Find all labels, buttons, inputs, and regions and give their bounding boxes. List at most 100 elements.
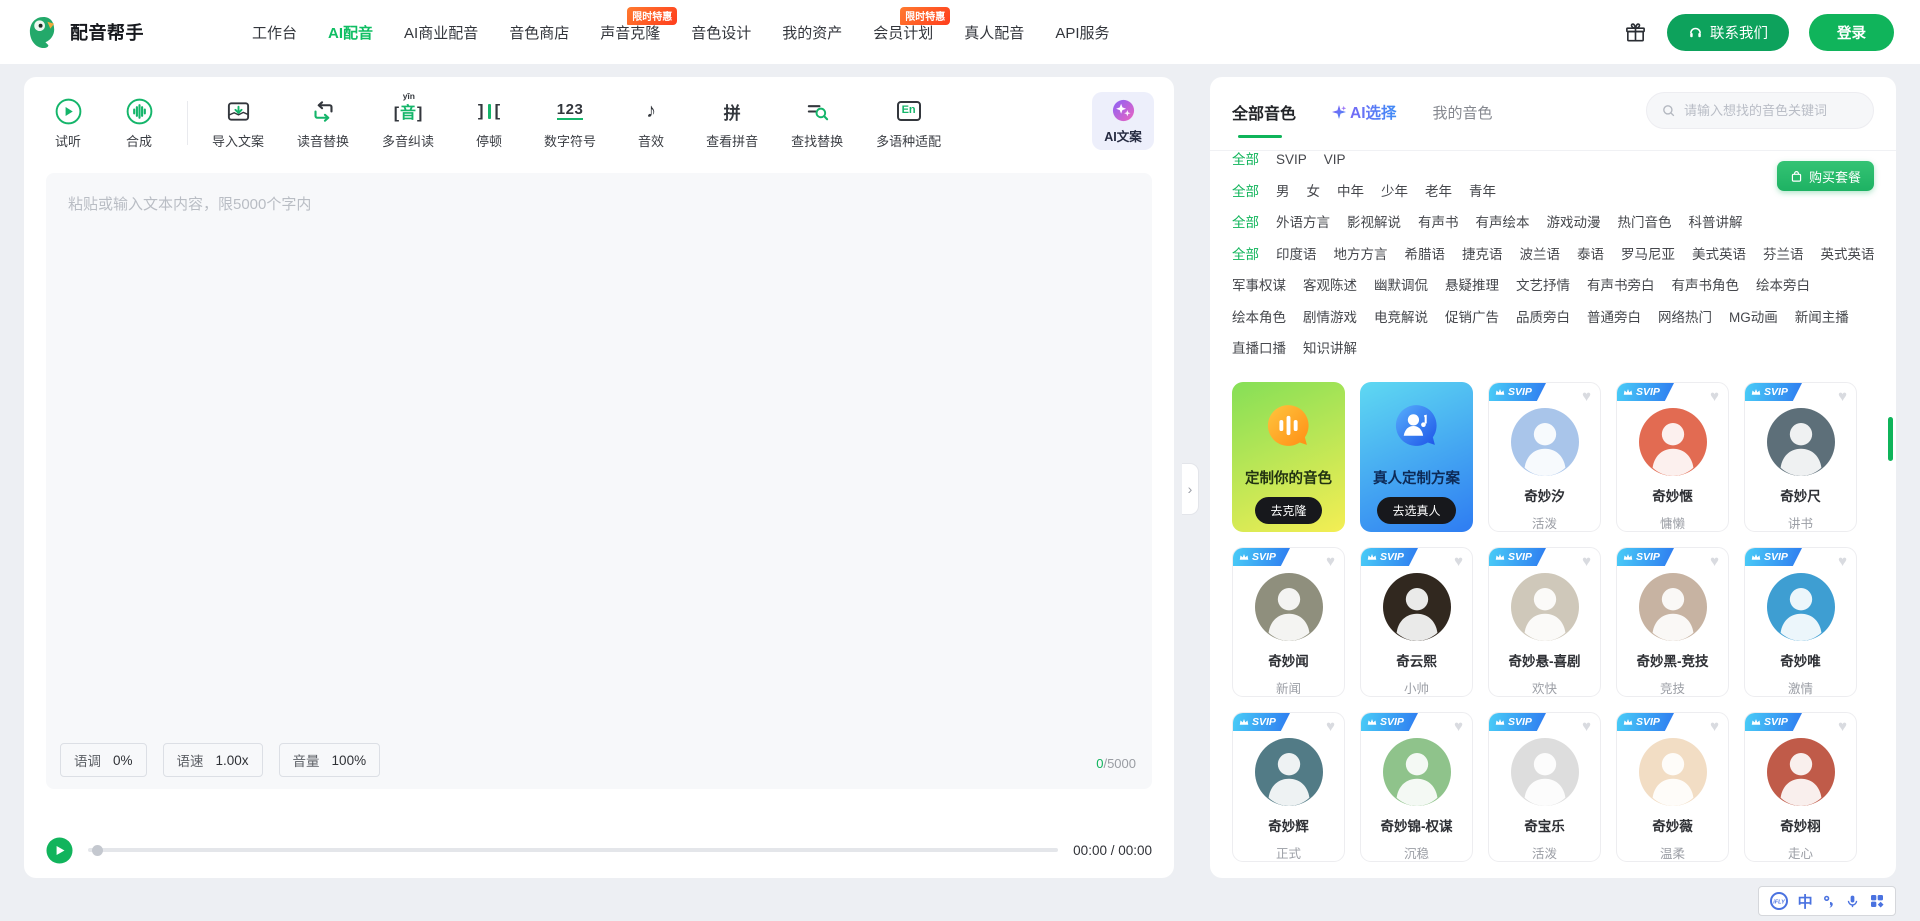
voice-card[interactable]: SVIP♥奇妙黑-竞技竞技 bbox=[1616, 547, 1729, 697]
filter-item[interactable]: 有声书旁白 bbox=[1587, 276, 1655, 296]
slider-knob[interactable] bbox=[92, 845, 103, 856]
filter-item[interactable]: 全部 bbox=[1232, 182, 1259, 202]
favorite-heart-icon[interactable]: ♥ bbox=[1838, 718, 1847, 735]
play-button[interactable] bbox=[46, 837, 73, 864]
tool-polyphone-correct[interactable]: [音]yīn多音纠读 bbox=[382, 96, 434, 150]
promo-card-1[interactable]: 定制你的音色去克隆 bbox=[1232, 382, 1345, 532]
filter-item[interactable]: 中年 bbox=[1337, 182, 1364, 202]
tool-multilingual[interactable]: En多语种适配 bbox=[876, 96, 941, 150]
favorite-heart-icon[interactable]: ♥ bbox=[1582, 388, 1591, 405]
microphone-icon[interactable] bbox=[1845, 894, 1860, 909]
voice-search[interactable] bbox=[1646, 92, 1874, 129]
nav-item[interactable]: 音色商店 bbox=[509, 22, 569, 43]
filter-item[interactable]: 波兰语 bbox=[1520, 245, 1561, 265]
filter-item[interactable]: 捷克语 bbox=[1462, 245, 1503, 265]
filter-item[interactable]: 印度语 bbox=[1276, 245, 1317, 265]
filter-item[interactable]: VIP bbox=[1324, 150, 1346, 170]
favorite-heart-icon[interactable]: ♥ bbox=[1454, 553, 1463, 570]
collapse-panel-handle[interactable]: › bbox=[1182, 463, 1199, 515]
filter-item[interactable]: 游戏动漫 bbox=[1547, 213, 1601, 233]
promo-card-2[interactable]: 真人定制方案去选真人 bbox=[1360, 382, 1473, 532]
filter-item[interactable]: 热门音色 bbox=[1618, 213, 1672, 233]
login-button[interactable]: 登录 bbox=[1809, 14, 1894, 51]
tool-sound-effect[interactable]: ♪音效 bbox=[629, 96, 673, 150]
voice-card[interactable]: SVIP♥奇妙汐活泼 bbox=[1488, 382, 1601, 532]
contact-us-button[interactable]: 联系我们 bbox=[1667, 14, 1789, 51]
favorite-heart-icon[interactable]: ♥ bbox=[1326, 718, 1335, 735]
tool-find-replace[interactable]: 查找替换 bbox=[791, 96, 843, 150]
filter-item[interactable]: 有声书角色 bbox=[1672, 276, 1740, 296]
punctuation-icon[interactable] bbox=[1821, 893, 1837, 909]
filter-item[interactable]: 英式英语 bbox=[1821, 245, 1875, 265]
filter-item[interactable]: 全部 bbox=[1232, 245, 1259, 265]
pitch-control[interactable]: 语调0% bbox=[60, 743, 147, 777]
filter-item[interactable]: 男 bbox=[1276, 182, 1290, 202]
filter-item[interactable]: 有声书 bbox=[1418, 213, 1459, 233]
favorite-heart-icon[interactable]: ♥ bbox=[1582, 718, 1591, 735]
favorite-heart-icon[interactable]: ♥ bbox=[1838, 553, 1847, 570]
filter-item[interactable]: 罗马尼亚 bbox=[1621, 245, 1675, 265]
filter-item[interactable]: 希腊语 bbox=[1405, 245, 1446, 265]
tool-audition[interactable]: 试听 bbox=[46, 96, 90, 150]
voice-card[interactable]: SVIP♥奇妙悬-喜剧欢快 bbox=[1488, 547, 1601, 697]
voice-card[interactable]: SVIP♥奇妙唯激情 bbox=[1744, 547, 1857, 697]
filter-item[interactable]: 幽默调侃 bbox=[1374, 276, 1428, 296]
favorite-heart-icon[interactable]: ♥ bbox=[1326, 553, 1335, 570]
gift-icon[interactable] bbox=[1624, 21, 1647, 44]
promo-action-button[interactable]: 去选真人 bbox=[1377, 497, 1455, 524]
favorite-heart-icon[interactable]: ♥ bbox=[1838, 388, 1847, 405]
filter-item[interactable]: 悬疑推理 bbox=[1445, 276, 1499, 296]
filter-item[interactable]: 美式英语 bbox=[1692, 245, 1746, 265]
filter-item[interactable]: 新闻主播 bbox=[1795, 308, 1849, 328]
voice-card[interactable]: SVIP♥奇妙薇温柔 bbox=[1616, 712, 1729, 862]
filter-item[interactable]: 青年 bbox=[1469, 182, 1496, 202]
favorite-heart-icon[interactable]: ♥ bbox=[1582, 553, 1591, 570]
filter-item[interactable]: 绘本角色 bbox=[1232, 308, 1286, 328]
filter-item[interactable]: 有声绘本 bbox=[1476, 213, 1530, 233]
voice-card[interactable]: SVIP♥奇宝乐活泼 bbox=[1488, 712, 1601, 862]
filter-item[interactable]: 普通旁白 bbox=[1587, 308, 1641, 328]
voice-card[interactable]: SVIP♥奇妙锦-权谋沉稳 bbox=[1360, 712, 1473, 862]
filter-item[interactable]: 品质旁白 bbox=[1516, 308, 1570, 328]
filter-item[interactable]: 网络热门 bbox=[1658, 308, 1712, 328]
nav-item[interactable]: AI商业配音 bbox=[404, 22, 478, 43]
tool-number-symbol[interactable]: 123数字符号 bbox=[544, 96, 596, 150]
ifly-logo[interactable]: iFLY bbox=[1769, 891, 1789, 911]
filter-item[interactable]: 直播口播 bbox=[1232, 339, 1286, 359]
chinese-mode-icon[interactable]: 中 bbox=[1798, 891, 1813, 912]
filter-item[interactable]: 少年 bbox=[1381, 182, 1408, 202]
tab-ai-select[interactable]: AI选择 bbox=[1332, 101, 1397, 123]
nav-item[interactable]: 我的资产 bbox=[782, 22, 842, 43]
filter-item[interactable]: 电竞解说 bbox=[1374, 308, 1428, 328]
filter-item[interactable]: 科普讲解 bbox=[1689, 213, 1743, 233]
filter-item[interactable]: 芬兰语 bbox=[1763, 245, 1804, 265]
buy-package-button[interactable]: 购买套餐 bbox=[1777, 161, 1874, 191]
voice-search-input[interactable] bbox=[1684, 103, 1854, 118]
tool-view-pinyin[interactable]: 拼查看拼音 bbox=[706, 96, 758, 150]
filter-item[interactable]: 军事权谋 bbox=[1232, 276, 1286, 296]
nav-item[interactable]: 会员计划限时特惠 bbox=[873, 22, 933, 43]
tool-synthesize[interactable]: 合成 bbox=[117, 96, 161, 150]
filter-item[interactable]: 客观陈述 bbox=[1303, 276, 1357, 296]
filter-item[interactable]: SVIP bbox=[1276, 150, 1307, 170]
volume-control[interactable]: 音量100% bbox=[279, 743, 381, 777]
tool-pronunciation-replace[interactable]: 读音替换 bbox=[297, 96, 349, 150]
filter-item[interactable]: 知识讲解 bbox=[1303, 339, 1357, 359]
filter-item[interactable]: 女 bbox=[1307, 182, 1321, 202]
filter-item[interactable]: 全部 bbox=[1232, 150, 1259, 170]
nav-item[interactable]: 声音克隆限时特惠 bbox=[600, 22, 660, 43]
voice-card[interactable]: SVIP♥奇妙栩走心 bbox=[1744, 712, 1857, 862]
tab-my-voices[interactable]: 我的音色 bbox=[1433, 102, 1493, 123]
filter-item[interactable]: 绘本旁白 bbox=[1756, 276, 1810, 296]
filter-item[interactable]: MG动画 bbox=[1729, 308, 1778, 328]
favorite-heart-icon[interactable]: ♥ bbox=[1710, 553, 1719, 570]
voice-card[interactable]: SVIP♥奇妙惬慵懒 bbox=[1616, 382, 1729, 532]
scrollbar-thumb[interactable] bbox=[1888, 417, 1893, 461]
favorite-heart-icon[interactable]: ♥ bbox=[1710, 718, 1719, 735]
filter-item[interactable]: 影视解说 bbox=[1347, 213, 1401, 233]
voice-card[interactable]: SVIP♥奇妙辉正式 bbox=[1232, 712, 1345, 862]
filter-item[interactable]: 促销广告 bbox=[1445, 308, 1499, 328]
tool-import-text[interactable]: 导入文案 bbox=[212, 96, 264, 150]
voice-card[interactable]: SVIP♥奇妙尺讲书 bbox=[1744, 382, 1857, 532]
filter-item[interactable]: 外语方言 bbox=[1276, 213, 1330, 233]
